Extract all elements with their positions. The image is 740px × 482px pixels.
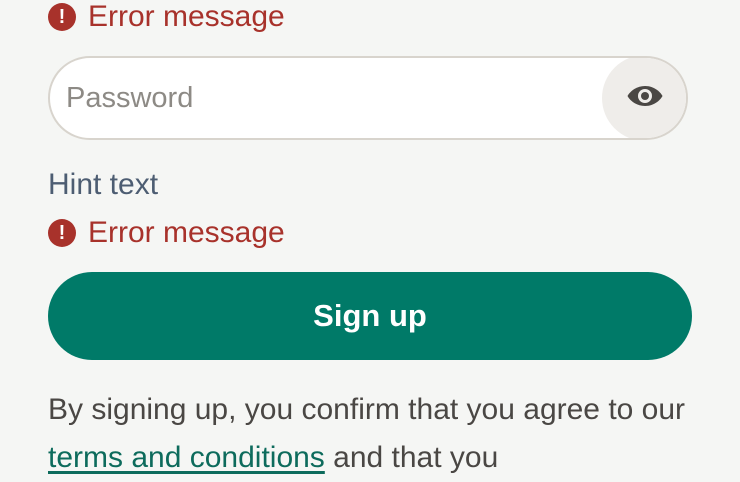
password-hint: Hint text <box>48 168 159 201</box>
error-icon: ! <box>48 219 76 247</box>
password-input[interactable] <box>50 58 602 138</box>
error-icon: ! <box>48 3 76 31</box>
password-error-message-top: ! Error message <box>48 0 285 37</box>
legal-text-before: By signing up, you confirm that you agre… <box>48 393 686 426</box>
sign-up-button[interactable]: Sign up <box>48 272 692 360</box>
error-text: Error message <box>88 216 285 249</box>
password-error-message: ! Error message <box>48 213 285 253</box>
legal-text: By signing up, you confirm that you agre… <box>48 386 708 482</box>
password-field[interactable] <box>48 56 688 140</box>
legal-text-after: and that you <box>324 441 499 474</box>
terms-link[interactable]: terms and conditions <box>48 441 325 474</box>
eye-icon <box>626 84 664 113</box>
error-text: Error message <box>88 0 285 33</box>
show-password-button[interactable] <box>602 58 686 138</box>
